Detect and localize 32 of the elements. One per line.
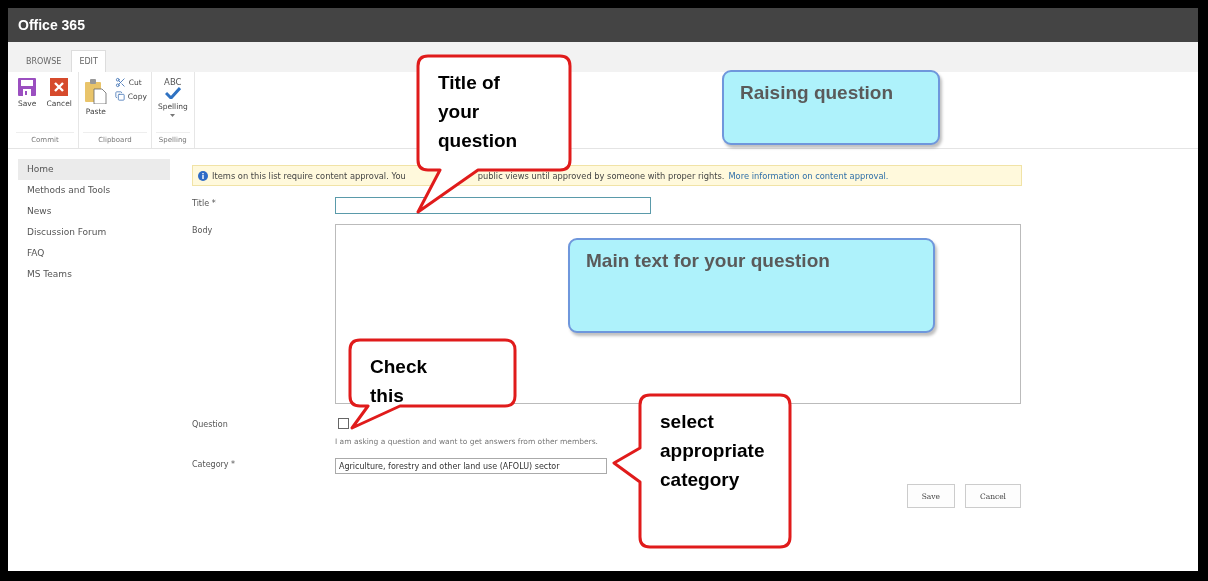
spelling-icon-text: ABC <box>164 78 182 87</box>
field-label: Question <box>192 419 229 431</box>
callout-text: Main text for your question <box>586 250 830 272</box>
notice-text: public views until approved by someone with proper rights. <box>477 170 725 181</box>
nav-link[interactable]: News <box>18 201 170 222</box>
title-input[interactable] <box>335 197 651 214</box>
field-label: Body <box>192 225 214 237</box>
copy-icon <box>114 91 125 101</box>
field-label: Title * <box>192 198 217 210</box>
ribbon-tab[interactable]: BROWSE <box>18 50 70 72</box>
info-icon <box>198 170 208 181</box>
nav-link[interactable]: Methods and Tools <box>18 180 170 201</box>
scissors-icon <box>114 77 126 88</box>
callout-text: select appropriate category <box>660 410 766 492</box>
caret-icon <box>170 113 176 117</box>
clipboard-icon <box>84 78 107 104</box>
app-title: Office 365 <box>18 17 85 33</box>
nav-link[interactable]: MS Teams <box>18 264 170 285</box>
field-label: Category * <box>192 459 237 471</box>
callout-text: Title of your question <box>438 71 519 153</box>
nav-link[interactable]: Home <box>18 159 170 180</box>
callout-text: Raising question <box>740 82 894 104</box>
nav-link[interactable]: Discussion Forum <box>18 222 170 243</box>
callout-text: Check this <box>370 355 429 408</box>
notice-text: Items on this list require content approval. You <box>212 170 406 181</box>
ribbon-tab[interactable]: EDIT <box>71 50 106 72</box>
checkmark-icon <box>164 86 181 99</box>
nav-link[interactable]: FAQ <box>18 243 170 264</box>
info-link[interactable]: More information on content approval. <box>728 170 889 181</box>
close-icon <box>50 78 69 96</box>
checkbox[interactable] <box>338 418 349 429</box>
category-select[interactable]: Agriculture, forestry and other land use (AFOLU) sector <box>335 458 607 474</box>
